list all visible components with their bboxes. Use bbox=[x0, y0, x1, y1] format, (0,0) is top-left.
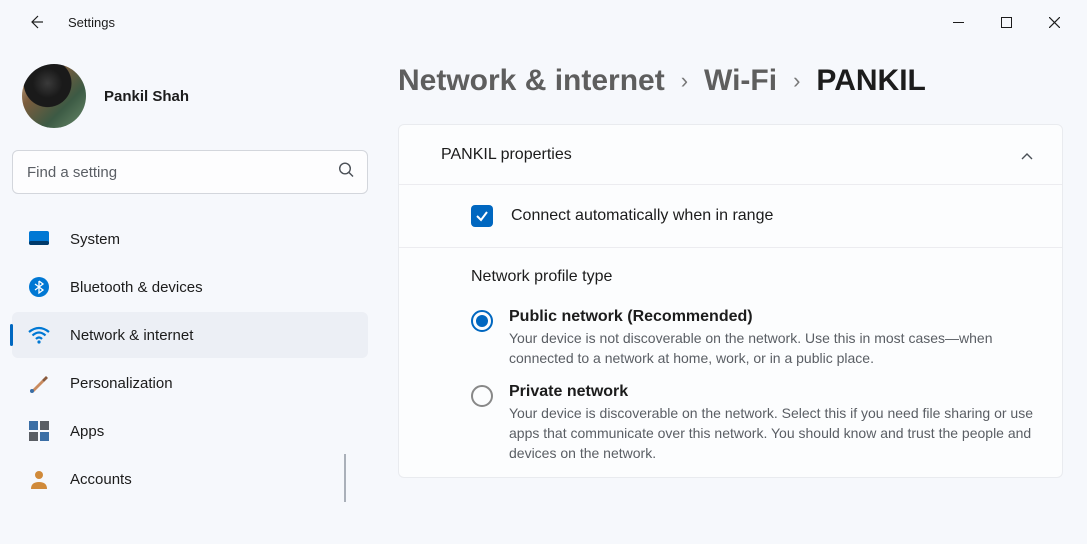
maximize-icon bbox=[1001, 17, 1012, 28]
nav-list: System Bluetooth & devices Network & int… bbox=[12, 216, 368, 502]
apps-icon bbox=[28, 420, 50, 442]
avatar bbox=[22, 64, 86, 128]
option-private-title: Private network bbox=[509, 383, 1034, 401]
sidebar-item-network[interactable]: Network & internet bbox=[12, 312, 368, 358]
chevron-right-icon: › bbox=[681, 68, 688, 94]
sidebar-item-system[interactable]: System bbox=[12, 216, 368, 262]
bluetooth-icon bbox=[28, 276, 50, 298]
back-arrow-icon bbox=[28, 14, 44, 30]
profile-type-header: Network profile type bbox=[399, 248, 1062, 296]
minimize-icon bbox=[953, 17, 964, 28]
nav-label: Apps bbox=[70, 423, 104, 440]
back-button[interactable] bbox=[20, 6, 52, 38]
window-controls bbox=[935, 6, 1077, 38]
option-public-title: Public network (Recommended) bbox=[509, 308, 1034, 326]
check-icon bbox=[475, 209, 489, 223]
breadcrumb-wifi[interactable]: Wi-Fi bbox=[704, 64, 777, 98]
properties-card: PANKIL properties Connect automatically … bbox=[398, 124, 1063, 478]
system-icon bbox=[28, 228, 50, 250]
radio-private[interactable] bbox=[471, 385, 493, 407]
profile-options: Public network (Recommended) Your device… bbox=[399, 296, 1062, 477]
connect-auto-checkbox[interactable] bbox=[471, 205, 493, 227]
chevron-right-icon: › bbox=[793, 68, 800, 94]
main-content: Network & internet › Wi-Fi › PANKIL PANK… bbox=[380, 44, 1087, 544]
nav-label: System bbox=[70, 231, 120, 248]
breadcrumb: Network & internet › Wi-Fi › PANKIL bbox=[398, 64, 1063, 98]
sidebar: Pankil Shah System Bluetooth & devices bbox=[0, 44, 380, 544]
search-field-wrap bbox=[12, 150, 368, 194]
card-title: PANKIL properties bbox=[441, 146, 572, 164]
sidebar-item-apps[interactable]: Apps bbox=[12, 408, 368, 454]
user-profile[interactable]: Pankil Shah bbox=[12, 56, 368, 146]
maximize-button[interactable] bbox=[983, 6, 1029, 38]
connect-auto-row[interactable]: Connect automatically when in range bbox=[399, 185, 1062, 248]
sidebar-scrollbar[interactable] bbox=[344, 454, 346, 502]
radio-public[interactable] bbox=[471, 310, 493, 332]
nav-label: Network & internet bbox=[70, 327, 193, 344]
app-title: Settings bbox=[68, 15, 115, 30]
breadcrumb-network[interactable]: Network & internet bbox=[398, 64, 665, 98]
option-public-desc: Your device is not discoverable on the n… bbox=[509, 328, 1034, 369]
search-icon bbox=[338, 162, 354, 183]
chevron-up-icon bbox=[1020, 145, 1034, 164]
brush-icon bbox=[28, 372, 50, 394]
sidebar-item-accounts[interactable]: Accounts bbox=[12, 456, 368, 502]
breadcrumb-current: PANKIL bbox=[816, 64, 925, 98]
sidebar-item-personalization[interactable]: Personalization bbox=[12, 360, 368, 406]
account-icon bbox=[28, 468, 50, 490]
minimize-button[interactable] bbox=[935, 6, 981, 38]
option-public[interactable]: Public network (Recommended) Your device… bbox=[471, 308, 1034, 369]
option-private-desc: Your device is discoverable on the netwo… bbox=[509, 403, 1034, 464]
wifi-icon bbox=[28, 324, 50, 346]
nav-label: Personalization bbox=[70, 375, 173, 392]
search-input[interactable] bbox=[12, 150, 368, 194]
sidebar-item-bluetooth[interactable]: Bluetooth & devices bbox=[12, 264, 368, 310]
close-button[interactable] bbox=[1031, 6, 1077, 38]
card-header[interactable]: PANKIL properties bbox=[399, 125, 1062, 185]
titlebar: Settings bbox=[0, 0, 1087, 44]
option-private[interactable]: Private network Your device is discovera… bbox=[471, 383, 1034, 464]
nav-label: Accounts bbox=[70, 471, 132, 488]
close-icon bbox=[1049, 17, 1060, 28]
connect-auto-label: Connect automatically when in range bbox=[511, 207, 773, 225]
user-name: Pankil Shah bbox=[104, 88, 189, 105]
nav-label: Bluetooth & devices bbox=[70, 279, 203, 296]
